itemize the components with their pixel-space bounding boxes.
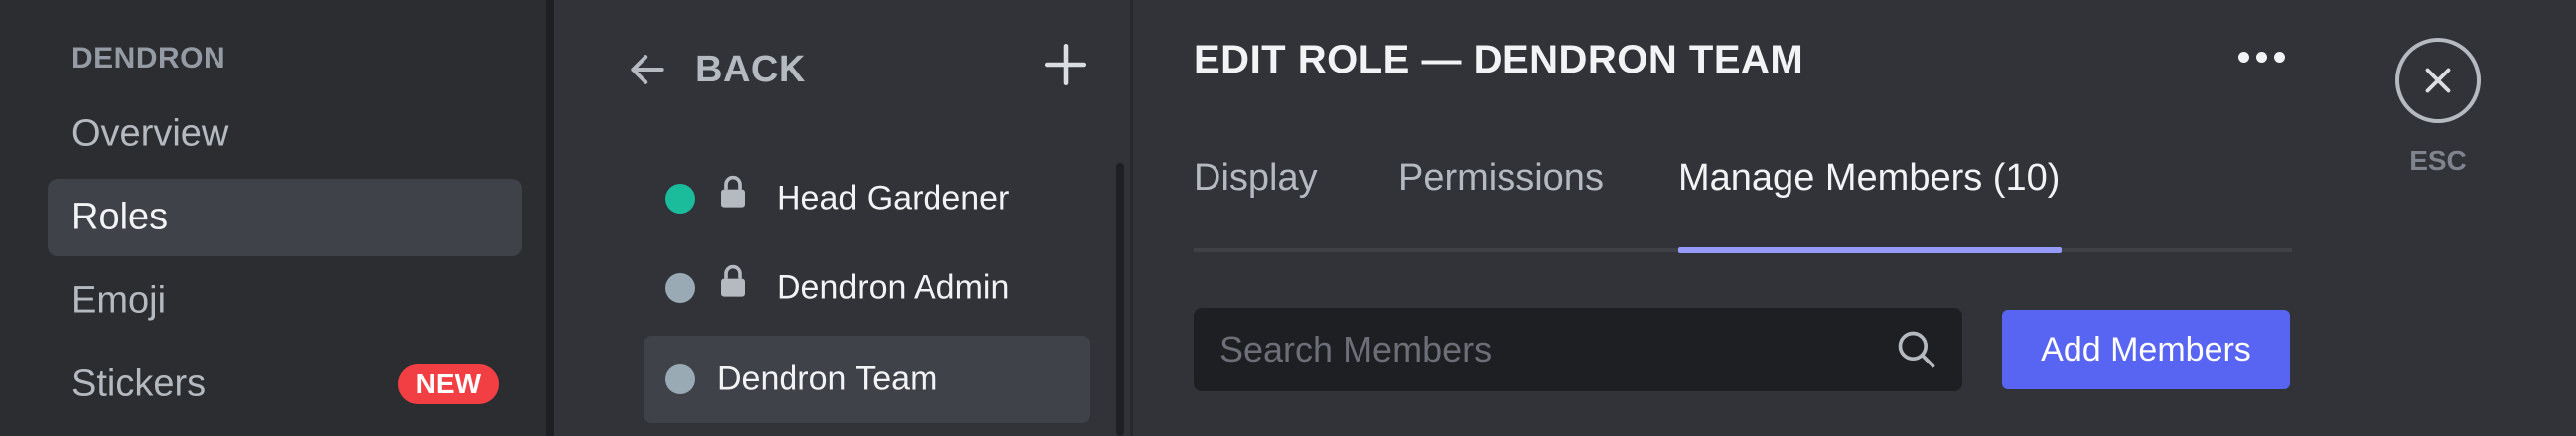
add-members-button[interactable]: Add Members [2002,310,2290,389]
sidebar-section-header: DENDRON [72,42,226,74]
sidebar-item-label: Overview [72,112,229,155]
role-color-dot [665,364,695,394]
role-item-dendron-admin[interactable]: Dendron Admin [644,246,1090,330]
sidebar-item-roles[interactable]: Roles [48,179,522,256]
plus-icon [1044,43,1087,86]
close-icon [2425,68,2451,93]
back-button[interactable]: BACK [626,40,806,99]
tab-permissions[interactable]: Permissions [1398,157,1604,200]
role-item-dendron-team[interactable]: Dendron Team [644,336,1090,423]
role-item-head-gardener[interactable]: Head Gardener [644,157,1090,240]
close-button[interactable] [2395,38,2481,123]
add-role-button[interactable] [1041,40,1090,89]
sidebar-item-emoji[interactable]: Emoji [48,262,522,340]
sidebar-item-label: Roles [72,196,169,238]
active-tab-indicator [1678,247,2062,253]
more-options-icon[interactable] [2238,52,2285,63]
new-badge: NEW [397,364,499,404]
role-name: Dendron Team [717,360,938,398]
lock-icon [719,264,747,304]
search-input[interactable] [1194,308,1895,391]
tab-manage-members[interactable]: Manage Members (10) [1678,157,2060,200]
roles-panel-divider [1130,0,1133,436]
sidebar-divider [546,0,554,436]
role-name: Head Gardener [777,179,1010,218]
tab-display[interactable]: Display [1194,157,1318,200]
lock-icon [719,175,747,215]
search-members-field [1194,308,1962,391]
roles-scrollbar[interactable] [1116,163,1124,436]
sidebar-item-label: Emoji [72,279,167,322]
role-color-dot [665,184,695,214]
sidebar-item-overview[interactable]: Overview [48,95,522,173]
role-name: Dendron Admin [777,268,1010,307]
page-title: EDIT ROLE — DENDRON TEAM [1194,38,1804,81]
esc-label: ESC [2409,145,2467,176]
sidebar-item-stickers[interactable]: Stickers NEW [48,346,522,423]
back-label: BACK [695,48,806,90]
sidebar-item-label: Stickers [72,363,207,405]
arrow-left-icon [631,55,664,84]
search-icon[interactable] [1895,328,1938,376]
role-color-dot [665,273,695,303]
